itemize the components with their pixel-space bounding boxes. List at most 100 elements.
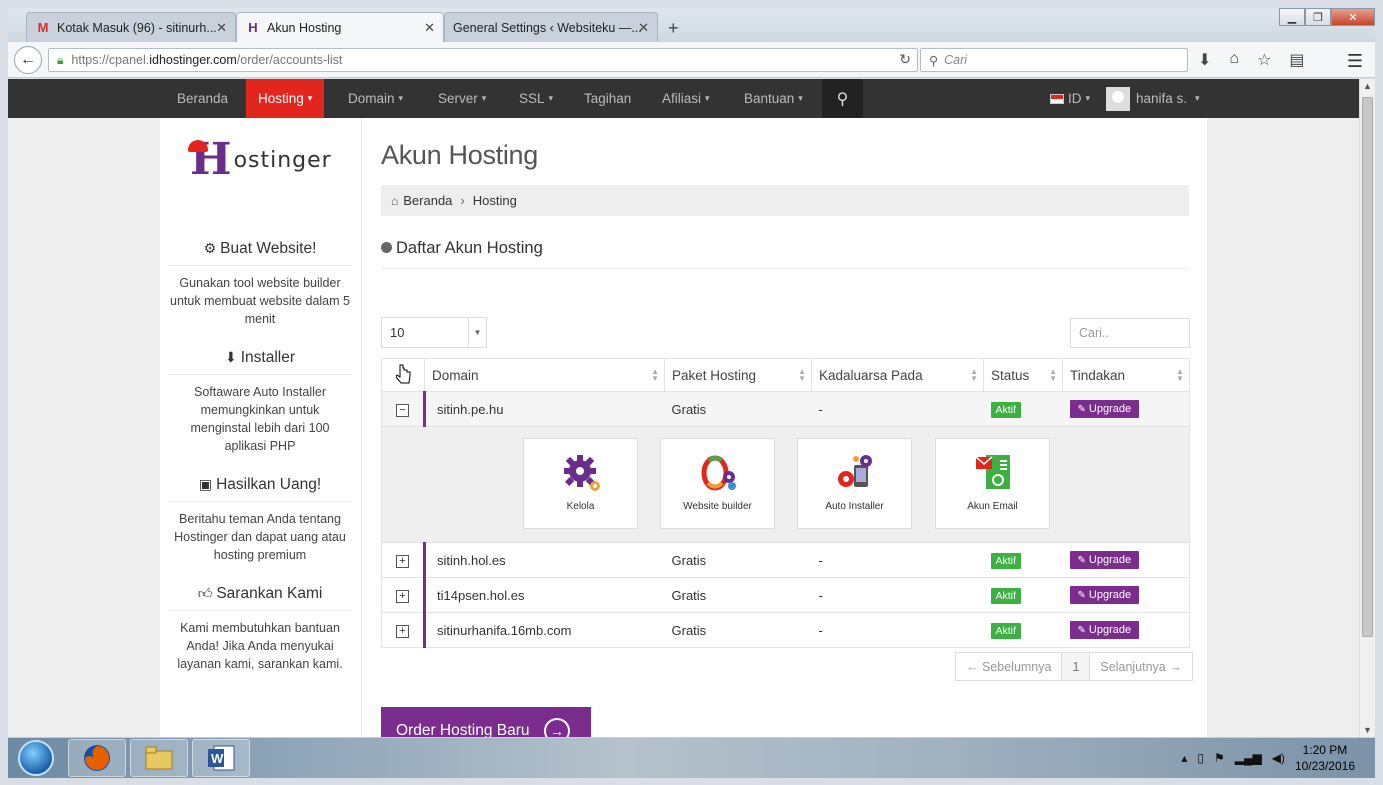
block-title-text[interactable]: Hasilkan Uang! xyxy=(216,476,321,493)
nav-domain[interactable]: Domain ▾ xyxy=(336,79,415,118)
collapse-icon[interactable]: − xyxy=(396,404,409,417)
tab-akun-hosting[interactable]: H Akun Hosting ✕ xyxy=(236,12,444,42)
expand-icon[interactable]: + xyxy=(396,625,409,638)
vertical-scrollbar[interactable]: ▲ ▼ xyxy=(1359,79,1375,737)
battery-icon[interactable]: ▯ xyxy=(1197,751,1204,765)
bookmark-star-icon[interactable]: ☆ xyxy=(1257,50,1271,70)
scroll-up-icon[interactable]: ▲ xyxy=(1363,81,1372,91)
clock-time: 1:20 PM xyxy=(1302,743,1348,757)
order-button-label: Order Hosting Baru xyxy=(396,722,530,737)
sidebar-block-sarankan-kami: 👍︎ Sarankan Kami Kami membutuhkan bantuan… xyxy=(168,585,352,673)
sidebar-block-text: Kami membutuhkan bantuan Anda! Jika Anda… xyxy=(177,621,343,671)
taskbar-explorer[interactable] xyxy=(130,739,188,777)
upgrade-button[interactable]: ✎ Upgrade xyxy=(1069,586,1140,604)
status-cell: Aktif xyxy=(983,391,1063,427)
language-label: ID xyxy=(1068,91,1082,106)
block-title-text[interactable]: Installer xyxy=(241,349,295,366)
pager-page[interactable]: 1 xyxy=(1062,653,1091,680)
maximize-icon[interactable]: ❐ xyxy=(1305,8,1331,26)
clock-date: 10/23/2016 xyxy=(1294,759,1355,773)
expand-icon[interactable]: + xyxy=(396,590,409,603)
breadcrumb-beranda[interactable]: Beranda xyxy=(403,193,452,208)
col-tindakan[interactable]: Tindakan ▲ ▼ xyxy=(1062,358,1190,392)
nav-label: Tagihan xyxy=(584,91,632,106)
volume-icon[interactable]: ◀) xyxy=(1272,751,1285,765)
language-selector[interactable]: ID ▾ xyxy=(1038,79,1102,118)
toolbar-icons: ⬇ ⌂ ☆ ▤ xyxy=(1198,50,1305,70)
action-cell: ✎ Upgrade xyxy=(1062,391,1190,427)
tray-expand-icon[interactable]: ▴ xyxy=(1181,751,1187,765)
search-icon[interactable]: ⚲ xyxy=(822,79,863,118)
domain-cell: ti14psen.hol.es xyxy=(423,577,665,613)
upgrade-button[interactable]: ✎ Upgrade xyxy=(1069,400,1140,418)
close-icon[interactable]: ✕ xyxy=(216,20,227,36)
domain-cell: sitinh.hol.es xyxy=(423,542,665,578)
clock[interactable]: 1:20 PM 10/23/2016 xyxy=(1295,742,1355,774)
page-size-value: 10 xyxy=(390,325,405,340)
close-icon[interactable]: ✕ xyxy=(638,20,649,36)
nav-bantuan[interactable]: Bantuan ▾ xyxy=(732,79,815,118)
browser-search-input[interactable]: ⚲ Cari xyxy=(920,48,1188,72)
expand-cell: + xyxy=(381,577,425,613)
close-window-icon[interactable]: ✕ xyxy=(1331,8,1375,26)
scroll-thumb[interactable] xyxy=(1362,97,1373,637)
flag-icon[interactable]: ⚑ xyxy=(1214,751,1225,765)
page-size-select[interactable]: 10 ▼ xyxy=(381,317,487,348)
block-title-text[interactable]: Buat Website! xyxy=(220,240,316,257)
taskbar-firefox[interactable] xyxy=(68,739,126,777)
col-label: Kadaluarsa Pada xyxy=(819,367,923,383)
nav-tagihan[interactable]: Tagihan xyxy=(572,79,643,118)
tile-akun-email[interactable]: Akun Email xyxy=(935,438,1050,529)
pager-next[interactable]: Selanjutnya → xyxy=(1090,653,1191,680)
table-search-input[interactable]: Cari.. xyxy=(1070,318,1190,348)
nav-ssl[interactable]: SSL ▾ xyxy=(507,79,565,118)
hostinger-logo[interactable]: H ostinger xyxy=(188,138,332,182)
address-bar[interactable]: 🔒︎ https://cpanel. idhostinger.com/order/… xyxy=(48,48,918,72)
download-icon[interactable]: ⬇ xyxy=(1198,50,1211,70)
upgrade-button[interactable]: ✎ Upgrade xyxy=(1069,621,1140,639)
tile-auto-installer[interactable]: Auto Installer xyxy=(797,438,912,529)
table-row: + sitinurhanifa.16mb.com Gratis - Aktif … xyxy=(381,612,1190,648)
col-kadaluarsa[interactable]: Kadaluarsa Pada ▲ ▼ xyxy=(811,358,984,392)
domain-cell: sitinh.pe.hu xyxy=(423,391,665,427)
minimize-icon[interactable]: ▁ xyxy=(1279,8,1305,26)
upgrade-button[interactable]: ✎ Upgrade xyxy=(1069,551,1140,569)
reload-icon[interactable]: ↻ xyxy=(899,51,911,68)
tab-general-settings[interactable]: General Settings ‹ Websiteku —... ✕ xyxy=(444,12,658,42)
order-hosting-button[interactable]: Order Hosting Baru → xyxy=(381,707,591,737)
taskbar-word[interactable]: W xyxy=(192,739,250,777)
home-icon[interactable]: ⌂ xyxy=(1229,50,1239,70)
chevron-down-icon: ▾ xyxy=(481,93,487,103)
sidebar: H ostinger ⚙ Buat Website! Gunakan tool w… xyxy=(160,118,362,737)
back-arrow-icon[interactable]: ← xyxy=(14,46,42,74)
menu-icon[interactable]: ☰ xyxy=(1347,51,1363,72)
nav-hosting[interactable]: Hosting ▾ xyxy=(246,79,325,125)
sidebar-block-text: Beritahu teman Anda tentang Hostinger da… xyxy=(174,512,346,562)
section-title: Daftar Akun Hosting xyxy=(381,239,1189,269)
reading-list-icon[interactable]: ▤ xyxy=(1289,50,1304,70)
user-menu[interactable]: hanifa s. ▾ xyxy=(1094,79,1212,118)
nav-server[interactable]: Server ▾ xyxy=(426,79,498,118)
signal-icon[interactable]: ▂▄▆ xyxy=(1235,751,1262,765)
tab-gmail[interactable]: M Kotak Masuk (96) - sitinurh... ✕ xyxy=(26,12,236,42)
scroll-down-icon[interactable]: ▼ xyxy=(1363,725,1372,735)
mouse-cursor-icon xyxy=(396,364,411,384)
tile-website-builder[interactable]: Website builder xyxy=(660,438,775,529)
pager-prev[interactable]: ← Sebelumnya xyxy=(956,653,1063,680)
expand-icon[interactable]: + xyxy=(396,555,409,568)
page-viewport: Beranda Hosting ▾ Domain ▾ Server ▾ SSL ▾ Ta… xyxy=(8,79,1359,737)
edit-icon: ✎ xyxy=(1077,404,1086,415)
tile-kelola[interactable]: Kelola xyxy=(523,438,638,529)
start-button[interactable] xyxy=(12,739,60,777)
col-paket[interactable]: Paket Hosting ▲ ▼ xyxy=(664,358,812,392)
nav-beranda[interactable]: Beranda xyxy=(165,79,240,118)
col-status[interactable]: Status ▲ ▼ xyxy=(983,358,1063,392)
breadcrumb: ⌂ Beranda › Hosting xyxy=(381,185,1189,216)
nav-afiliasi[interactable]: Afiliasi ▾ xyxy=(650,79,722,118)
block-title-text[interactable]: Sarankan Kami xyxy=(216,585,322,602)
close-icon[interactable]: ✕ xyxy=(424,20,435,36)
col-domain[interactable]: Domain ▲ ▼ xyxy=(424,358,665,392)
action-cell: ✎ Upgrade xyxy=(1062,577,1190,613)
new-tab-icon[interactable]: + xyxy=(668,18,679,39)
action-cell: ✎ Upgrade xyxy=(1062,612,1190,648)
